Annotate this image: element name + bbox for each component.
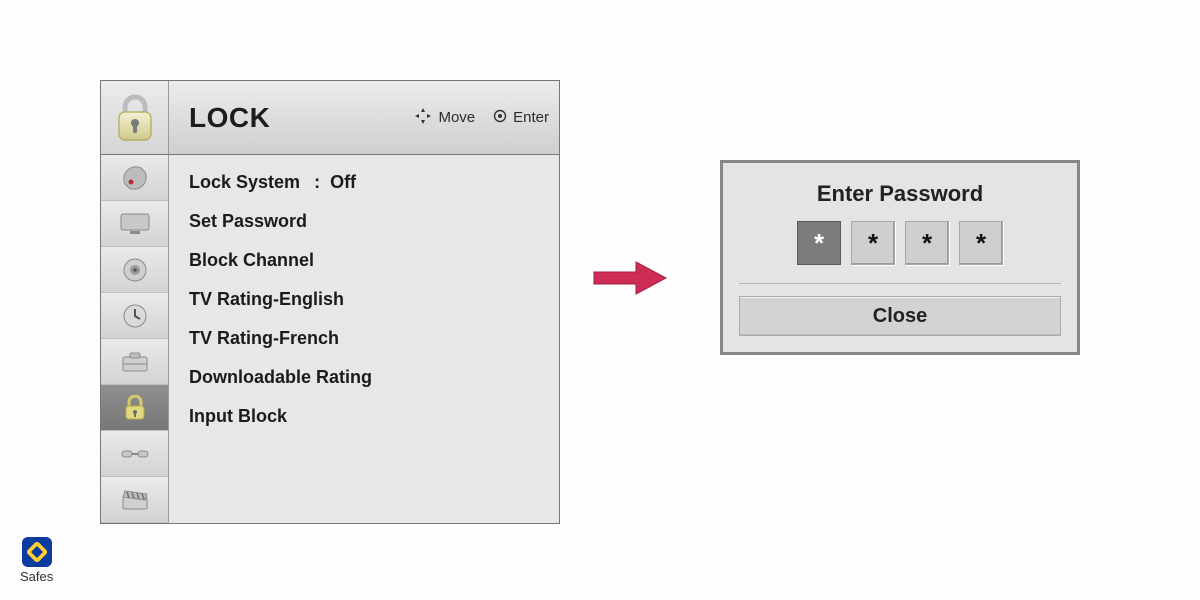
category-sidebar [101, 155, 169, 523]
lock-menu-list: Lock System : Off Set Password Block Cha… [169, 155, 559, 523]
page-title: LOCK [189, 102, 270, 134]
password-digit-2[interactable]: * [851, 221, 895, 265]
dialog-divider [739, 283, 1061, 284]
audio-icon[interactable] [101, 247, 169, 293]
nav-hints: Move Enter [414, 107, 549, 129]
menu-item-block-channel[interactable]: Block Channel [189, 241, 545, 280]
lock-header: LOCK Move [101, 81, 559, 155]
menu-item-label: TV Rating-English [189, 289, 344, 310]
enter-dot-icon [493, 109, 507, 127]
menu-item-label: TV Rating-French [189, 328, 339, 349]
menu-item-label: Downloadable Rating [189, 367, 372, 388]
password-digit-4[interactable]: * [959, 221, 1003, 265]
value-separator: : [314, 172, 320, 193]
menu-item-value: Off [330, 172, 356, 193]
arrow-icon [590, 258, 670, 303]
cable-icon[interactable] [101, 431, 169, 477]
safes-logo-icon [22, 537, 52, 567]
move-hint-label: Move [438, 109, 475, 126]
clock-icon[interactable] [101, 293, 169, 339]
dpad-icon [414, 107, 432, 129]
satellite-icon[interactable] [101, 155, 169, 201]
move-hint: Move [414, 107, 475, 129]
menu-item-lock-system[interactable]: Lock System : Off [189, 163, 545, 202]
lock-large-icon [101, 81, 169, 154]
menu-item-tv-rating-english[interactable]: TV Rating-English [189, 280, 545, 319]
lock-icon[interactable] [101, 385, 169, 431]
password-input-row: * * * * [739, 221, 1061, 265]
menu-item-set-password[interactable]: Set Password [189, 202, 545, 241]
lock-settings-panel: LOCK Move [100, 80, 560, 524]
menu-item-label: Set Password [189, 211, 307, 232]
menu-item-label: Input Block [189, 406, 287, 427]
toolbox-icon[interactable] [101, 339, 169, 385]
password-digit-3[interactable]: * [905, 221, 949, 265]
clapper-icon[interactable] [101, 477, 169, 523]
enter-hint-label: Enter [513, 109, 549, 126]
tv-icon[interactable] [101, 201, 169, 247]
menu-item-tv-rating-french[interactable]: TV Rating-French [189, 319, 545, 358]
safes-watermark: Safes [20, 537, 53, 584]
password-dialog-title: Enter Password [739, 181, 1061, 207]
menu-item-downloadable-rating[interactable]: Downloadable Rating [189, 358, 545, 397]
close-button[interactable]: Close [739, 296, 1061, 336]
password-dialog: Enter Password * * * * Close [720, 160, 1080, 355]
menu-item-label: Block Channel [189, 250, 314, 271]
menu-item-label: Lock System [189, 172, 300, 193]
password-digit-1[interactable]: * [797, 221, 841, 265]
watermark-label: Safes [20, 569, 53, 584]
enter-hint: Enter [493, 109, 549, 127]
menu-item-input-block[interactable]: Input Block [189, 397, 545, 436]
